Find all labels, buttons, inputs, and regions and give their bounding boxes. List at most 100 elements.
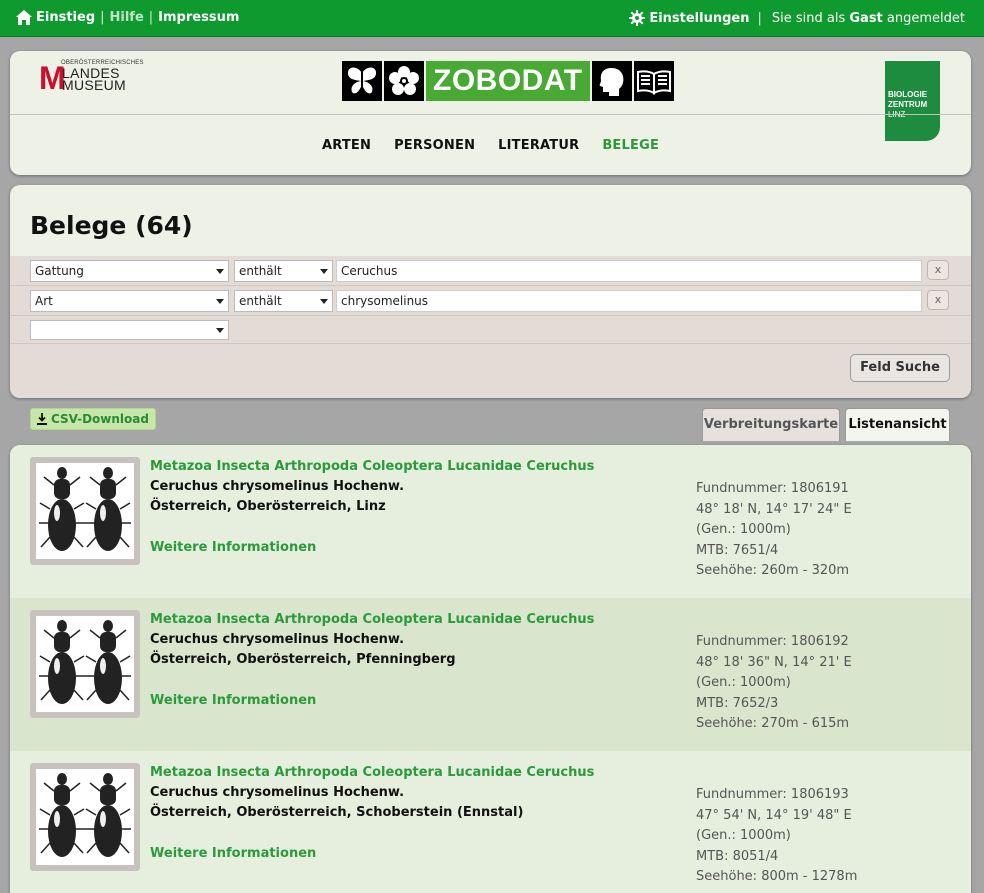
filter-row-empty [10, 316, 971, 344]
coordinates: 47° 54' N, 14° 19' 48" E [696, 807, 852, 823]
home-link[interactable]: Einstieg [36, 10, 95, 25]
main-nav: ARTEN PERSONEN LITERATUR BELEGE [10, 138, 971, 153]
remove-filter-button[interactable]: x [927, 260, 949, 280]
species-name: Ceruchus chrysomelinus Hochenw. [150, 632, 405, 647]
zobodat-logo[interactable]: ZOBODAT [342, 61, 674, 101]
top-bar: Einstieg | Hilfe | Impressum Einstellung… [0, 0, 984, 37]
login-user[interactable]: Gast [849, 11, 882, 26]
operator-select[interactable]: enthält [234, 260, 333, 282]
top-nav-right: Einstellungen | Sie sind als Gast angeme… [629, 10, 965, 26]
museum-logo-line2: MUSEUM [62, 77, 127, 93]
results-list: Metazoa Insecta Arthropoda Coleoptera Lu… [10, 445, 971, 893]
museum-logo[interactable]: M OBERÖSTERREICHISCHES LANDES MUSEUM [39, 60, 143, 96]
top-nav-left: Einstieg | Hilfe | Impressum [16, 10, 239, 25]
museum-logo-m: M [39, 60, 66, 96]
field-select[interactable]: Gattung [30, 260, 229, 282]
download-icon [37, 413, 47, 425]
beetle-image [39, 620, 131, 704]
filter-value-input[interactable]: chrysomelinus [336, 290, 922, 312]
seehoehe: Seehöhe: 270m - 615m [696, 716, 850, 731]
zobodat-wordmark: ZOBODAT [426, 61, 590, 101]
list-item: Metazoa Insecta Arthropoda Coleoptera Lu… [10, 598, 971, 751]
head-icon [591, 61, 632, 101]
chevron-down-icon [216, 328, 224, 333]
coordinates: 48° 18' 36" N, 14° 21' E [696, 654, 852, 670]
filter-row: Gattung enthält Ceruchus x [10, 256, 971, 286]
separator: | [757, 10, 762, 26]
separator: | [148, 10, 154, 25]
chevron-down-icon [320, 269, 328, 274]
more-info-link[interactable]: Weitere Informationen [150, 846, 316, 861]
field-select[interactable] [30, 320, 229, 340]
taxonomy-link[interactable]: Metazoa Insecta Arthropoda Coleoptera Lu… [150, 459, 594, 474]
list-item: Metazoa Insecta Arthropoda Coleoptera Lu… [10, 445, 971, 598]
login-suffix: angemeldet [886, 10, 965, 26]
location: Österreich, Oberösterreich, Linz [150, 499, 386, 514]
nav-personen[interactable]: PERSONEN [394, 138, 475, 153]
specimen-thumbnail[interactable] [30, 610, 140, 718]
gear-icon[interactable] [629, 10, 646, 26]
separator: | [100, 10, 105, 25]
chevron-down-icon [216, 299, 224, 304]
search-card: Belege (64) Gattung enthält Ceruchus x A… [10, 185, 971, 398]
mtb: MTB: 7652/3 [696, 695, 779, 711]
bz-logo-line1: BIOLOGIE [888, 90, 928, 99]
specimen-meta: Fundnummer: 1806193 47° 54' N, 14° 19' 4… [696, 785, 857, 888]
filter-value-input[interactable]: Ceruchus [336, 260, 922, 282]
chevron-down-icon [320, 299, 328, 304]
seehoehe: Seehöhe: 800m - 1278m [696, 869, 858, 884]
chevron-down-icon [216, 269, 224, 274]
csv-download-label: CSV-Download [51, 412, 149, 426]
species-name: Ceruchus chrysomelinus Hochenw. [150, 785, 405, 800]
book-icon [633, 61, 674, 101]
home-icon[interactable] [16, 10, 32, 25]
header-card: M OBERÖSTERREICHISCHES LANDES MUSEUM ZOB… [10, 51, 971, 175]
filter-panel: Gattung enthält Ceruchus x Art enthält c… [10, 256, 971, 398]
location: Österreich, Oberösterreich, Pfenningberg [150, 652, 456, 667]
nav-belege[interactable]: BELEGE [602, 138, 659, 153]
coordinates: 48° 18' N, 14° 17' 24" E [696, 501, 852, 517]
specimen-meta: Fundnummer: 1806192 48° 18' 36" N, 14° 2… [696, 632, 852, 735]
fundnummer: Fundnummer: 1806193 [696, 787, 849, 802]
operator-select-value: enthält [239, 264, 282, 278]
species-name: Ceruchus chrysomelinus Hochenw. [150, 479, 405, 494]
fundnummer: Fundnummer: 1806192 [696, 634, 849, 649]
seehoehe: Seehöhe: 260m - 320m [696, 563, 850, 578]
precision: (Gen.: 1000m) [696, 675, 791, 690]
page-title: Belege (64) [30, 211, 193, 240]
csv-download-button[interactable]: CSV-Download [30, 408, 156, 430]
specimen-thumbnail[interactable] [30, 763, 140, 871]
field-select[interactable]: Art [30, 290, 229, 312]
mtb: MTB: 8051/4 [696, 848, 779, 864]
search-button[interactable]: Feld Suche [850, 354, 950, 382]
precision: (Gen.: 1000m) [696, 522, 791, 537]
filter-row: Art enthält chrysomelinus x [10, 286, 971, 316]
field-select-value: Gattung [35, 264, 84, 278]
specimen-meta: Fundnummer: 1806191 48° 18' N, 14° 17' 2… [696, 479, 852, 582]
biologiezentrum-logo[interactable]: BIOLOGIE ZENTRUM LINZ [885, 61, 940, 141]
more-info-link[interactable]: Weitere Informationen [150, 693, 316, 708]
precision: (Gen.: 1000m) [696, 828, 791, 843]
mtb: MTB: 7651/4 [696, 542, 779, 558]
specimen-thumbnail[interactable] [30, 457, 140, 565]
beetle-image [39, 467, 131, 551]
tab-listenansicht[interactable]: Listenansicht [845, 408, 950, 441]
taxonomy-link[interactable]: Metazoa Insecta Arthropoda Coleoptera Lu… [150, 765, 594, 780]
nav-arten[interactable]: ARTEN [322, 138, 371, 153]
butterfly-icon [342, 61, 382, 101]
nav-literatur[interactable]: LITERATUR [498, 138, 579, 153]
list-item: Metazoa Insecta Arthropoda Coleoptera Lu… [10, 751, 971, 893]
tab-verbreitungskarte[interactable]: Verbreitungskarte [702, 408, 840, 441]
flower-icon [384, 61, 424, 101]
header-divider [10, 114, 971, 115]
field-select-value: Art [35, 294, 53, 308]
impressum-link[interactable]: Impressum [158, 10, 239, 25]
more-info-link[interactable]: Weitere Informationen [150, 540, 316, 555]
operator-select[interactable]: enthält [234, 290, 333, 312]
beetle-image [39, 773, 131, 857]
taxonomy-link[interactable]: Metazoa Insecta Arthropoda Coleoptera Lu… [150, 612, 594, 627]
location: Österreich, Oberösterreich, Schoberstein… [150, 805, 524, 820]
settings-link[interactable]: Einstellungen [649, 11, 749, 26]
help-link[interactable]: Hilfe [110, 10, 144, 25]
remove-filter-button[interactable]: x [927, 290, 949, 310]
